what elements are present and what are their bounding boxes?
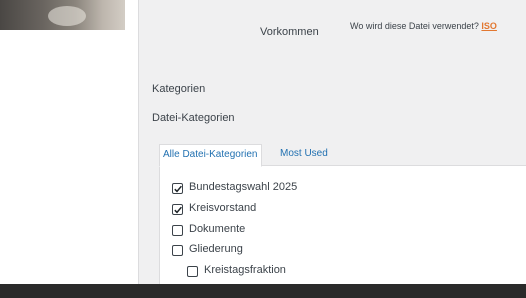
checkbox[interactable]	[172, 225, 183, 236]
list-item-label: Kreisvorstand	[189, 202, 257, 214]
image-thumbnail	[0, 0, 125, 30]
usage-question: Wo wird diese Datei verwendet? ISO	[350, 21, 497, 31]
checkbox[interactable]	[187, 266, 198, 277]
checkmark-icon	[174, 185, 182, 193]
list-item-label: Dokumente	[189, 223, 246, 235]
bottom-bar	[0, 284, 526, 298]
list-item-label: Gliederung	[189, 243, 243, 255]
categories-label: Kategorien	[152, 83, 206, 95]
list-item-label: Bundestagswahl 2025	[189, 181, 298, 193]
checkbox[interactable]	[172, 204, 183, 215]
usage-question-text: Wo wird diese Datei verwendet?	[350, 21, 479, 31]
checkbox[interactable]	[172, 183, 183, 194]
usage-link[interactable]: ISO	[481, 21, 497, 31]
file-categories-label: Datei-Kategorien	[152, 112, 235, 124]
attachment-details: Vorkommen Wo wird diese Datei verwendet?…	[139, 0, 526, 286]
list-item-label: Kreistagsfraktion	[204, 264, 286, 276]
tab-all-categories[interactable]: Alle Datei-Kategorien	[159, 144, 262, 167]
checkmark-icon	[174, 206, 182, 214]
left-pane	[0, 0, 139, 284]
tab-most-used[interactable]: Most Used	[276, 144, 332, 165]
usage-label: Vorkommen	[260, 26, 319, 38]
checkbox[interactable]	[172, 245, 183, 256]
category-checklist: Bundestagswahl 2025 Kreisvorstand Dokume…	[159, 165, 526, 286]
